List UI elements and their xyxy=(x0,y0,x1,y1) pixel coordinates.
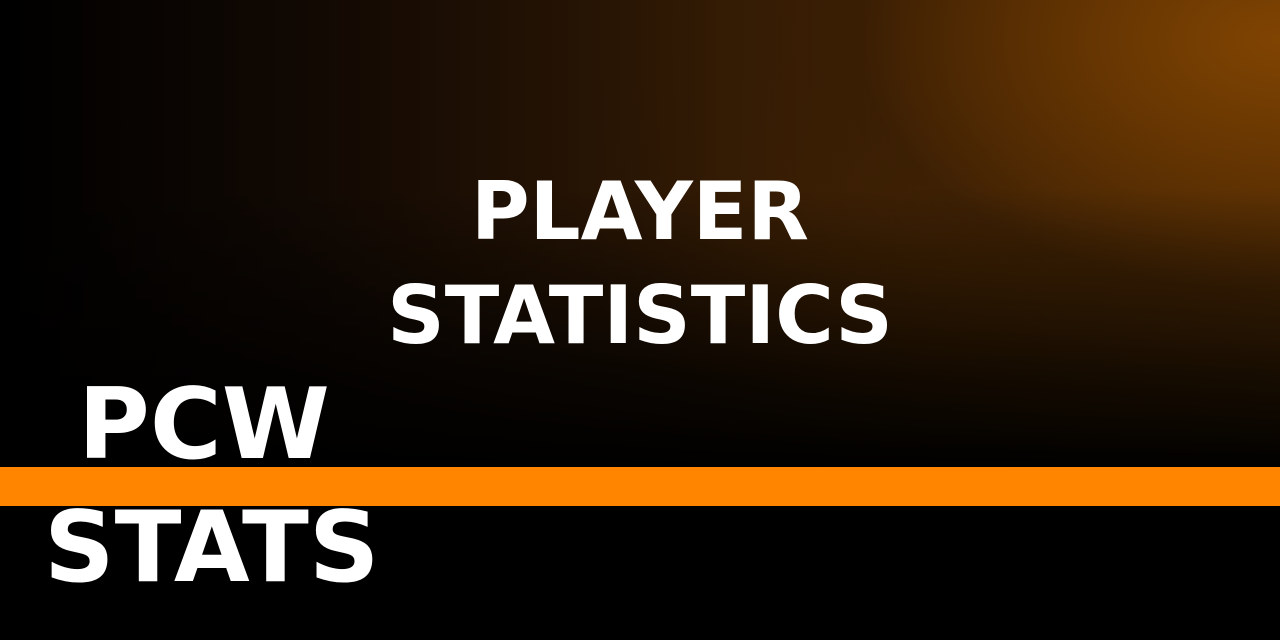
headline: PLAYER STATISTICS xyxy=(340,160,940,368)
headline-line-1: PLAYER xyxy=(470,165,810,258)
logo-line-1: PCW xyxy=(78,368,330,482)
headline-line-2: STATISTICS xyxy=(387,269,893,362)
banner: PLAYER STATISTICS PCW STATS xyxy=(0,0,1280,640)
logo-line-2: STATS xyxy=(44,491,380,605)
